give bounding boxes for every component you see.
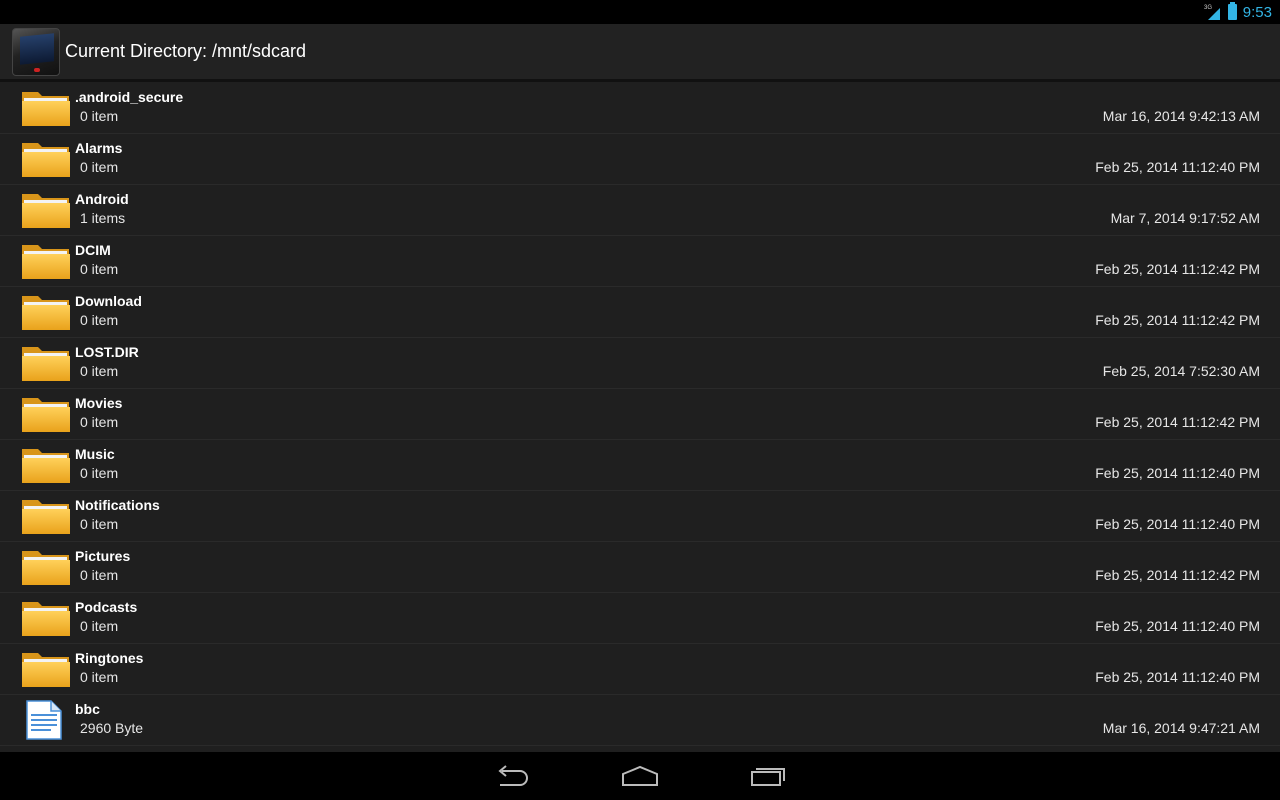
file-row[interactable]: Android 1 items Mar 7, 2014 9:17:52 AM xyxy=(0,185,1280,236)
file-size: 0 item xyxy=(80,414,119,430)
back-icon xyxy=(498,765,528,786)
folder-icon xyxy=(21,496,71,536)
file-name: .android_secure xyxy=(75,89,184,105)
file-size: 0 item xyxy=(80,567,119,583)
file-row[interactable]: Notifications 0 item Feb 25, 2014 11:12:40… xyxy=(0,491,1280,542)
file-size: 0 item xyxy=(80,516,119,532)
file-size: 0 item xyxy=(80,108,119,124)
file-name: LOST.DIR xyxy=(75,344,139,360)
file-name: Notifications xyxy=(75,497,160,513)
file-name: Android xyxy=(75,191,129,207)
file-name: Download xyxy=(75,293,142,309)
folder-icon xyxy=(21,88,71,128)
battery-icon xyxy=(1227,2,1237,20)
recent-apps-button[interactable] xyxy=(740,756,796,796)
folder-icon xyxy=(21,547,71,587)
file-name: Pictures xyxy=(75,548,131,564)
folder-icon xyxy=(21,241,71,281)
modified-date: Feb 25, 2014 11:12:42 PM xyxy=(1095,567,1260,583)
file-row[interactable]: Music 0 item Feb 25, 2014 11:12:40 PM xyxy=(0,440,1280,491)
file-size: 0 item xyxy=(80,159,119,175)
modified-date: Feb 25, 2014 11:12:42 PM xyxy=(1095,261,1260,277)
file-name: DCIM xyxy=(75,242,111,258)
file-size: 0 item xyxy=(80,261,119,277)
file-name: bbc xyxy=(75,701,100,717)
file-list: .android_secure 0 item Mar 16, 2014 9:42:1… xyxy=(0,83,1280,752)
folder-icon xyxy=(21,445,71,485)
signal-3g-icon: 3G xyxy=(1204,3,1222,21)
folder-icon xyxy=(21,139,71,179)
back-button[interactable] xyxy=(484,756,540,796)
home-icon xyxy=(622,765,658,786)
file-size: 1 items xyxy=(80,210,126,226)
navigation-bar xyxy=(0,752,1280,800)
file-row[interactable]: bbc 2960 Byte Mar 16, 2014 9:47:21 AM xyxy=(0,695,1280,746)
file-row[interactable]: Podcasts 0 item Feb 25, 2014 11:12:40 PM xyxy=(0,593,1280,644)
modified-date: Mar 16, 2014 9:47:21 AM xyxy=(1102,720,1260,736)
file-row[interactable]: Download 0 item Feb 25, 2014 11:12:42 PM xyxy=(0,287,1280,338)
modified-date: Feb 25, 2014 11:12:42 PM xyxy=(1095,312,1260,328)
modified-date: Feb 25, 2014 11:12:40 PM xyxy=(1095,618,1260,634)
clock: 9:53 xyxy=(1242,3,1272,21)
document-icon xyxy=(21,700,71,740)
file-row[interactable]: Ringtones 0 item Feb 25, 2014 11:12:40 PM xyxy=(0,644,1280,695)
file-row[interactable]: Pictures 0 item Feb 25, 2014 11:12:42 PM xyxy=(0,542,1280,593)
file-row[interactable]: Alarms 0 item Feb 25, 2014 11:12:40 PM xyxy=(0,134,1280,185)
folder-icon xyxy=(21,598,71,638)
folder-icon xyxy=(21,292,71,332)
folder-icon xyxy=(21,649,71,689)
recent-apps-icon xyxy=(751,768,785,786)
page-title: Current Directory: /mnt/sdcard xyxy=(65,41,307,61)
file-size: 0 item xyxy=(80,312,119,328)
folder-icon xyxy=(21,190,71,230)
file-size: 2960 Byte xyxy=(80,720,144,736)
modified-date: Mar 16, 2014 9:42:13 AM xyxy=(1102,108,1260,124)
folder-icon xyxy=(21,343,71,383)
modified-date: Feb 25, 2014 11:12:40 PM xyxy=(1095,669,1260,685)
modified-date: Feb 25, 2014 7:52:30 AM xyxy=(1102,363,1260,379)
file-name: Alarms xyxy=(75,140,123,156)
network-type-label: 3G xyxy=(1204,5,1212,11)
file-row[interactable]: .android_secure 0 item Mar 16, 2014 9:42:1… xyxy=(0,83,1280,134)
modified-date: Feb 25, 2014 11:12:40 PM xyxy=(1095,465,1260,481)
file-row[interactable]: Movies 0 item Feb 25, 2014 11:12:42 PM xyxy=(0,389,1280,440)
file-name: Music xyxy=(75,446,115,462)
home-button[interactable] xyxy=(612,756,668,796)
file-row[interactable]: DCIM 0 item Feb 25, 2014 11:12:42 PM xyxy=(0,236,1280,287)
file-size: 0 item xyxy=(80,669,119,685)
app-icon[interactable] xyxy=(12,27,60,76)
modified-date: Mar 7, 2014 9:17:52 AM xyxy=(1110,210,1260,226)
file-size: 0 item xyxy=(80,465,119,481)
modified-date: Feb 25, 2014 11:12:40 PM xyxy=(1095,516,1260,532)
status-bar: 3G 9:53 xyxy=(0,0,1280,24)
file-size: 0 item xyxy=(80,363,119,379)
file-name: Podcasts xyxy=(75,599,138,615)
file-name: Ringtones xyxy=(75,650,144,666)
modified-date: Feb 25, 2014 11:12:42 PM xyxy=(1095,414,1260,430)
folder-icon xyxy=(21,394,71,434)
file-name: Movies xyxy=(75,395,123,411)
modified-date: Feb 25, 2014 11:12:40 PM xyxy=(1095,159,1260,175)
file-row[interactable]: LOST.DIR 0 item Feb 25, 2014 7:52:30 AM xyxy=(0,338,1280,389)
file-size: 0 item xyxy=(80,618,119,634)
action-bar: Current Directory: /mnt/sdcard xyxy=(0,24,1280,82)
